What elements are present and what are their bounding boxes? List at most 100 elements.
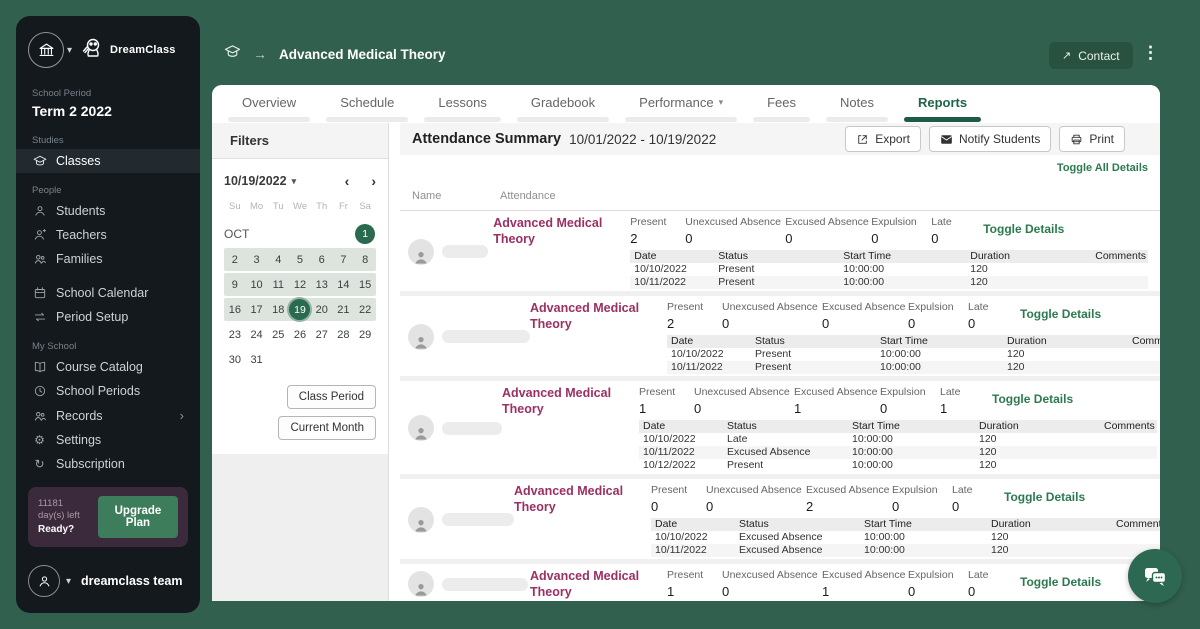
stat-unexcused-absence: Unexcused Absence0 [694,386,794,416]
calendar-day-27[interactable]: 27 [311,323,333,346]
contact-button[interactable]: ↗ Contact [1049,42,1133,69]
print-button[interactable]: Print [1059,126,1125,152]
calendar-next-button[interactable]: › [371,173,376,189]
stat-present: Present2 [630,216,685,246]
sidebar-item-school-calendar[interactable]: School Calendar [16,281,200,305]
date-picker-value[interactable]: 10/19/2022 [224,174,287,188]
calendar-day-17[interactable]: 17 [246,298,268,321]
toggle-details-link[interactable]: Toggle Details [1020,569,1101,589]
calendar-day-30[interactable]: 30 [224,348,246,371]
toggle-details-link[interactable]: Toggle Details [992,386,1073,406]
stat-value: 0 [968,584,1008,599]
sidebar-item-settings[interactable]: ⚙ Settings [16,428,200,452]
breadcrumb-title: Advanced Medical Theory [279,47,446,62]
calendar-day-31[interactable]: 31 [246,348,268,371]
calendar-day-4[interactable]: 4 [267,248,289,271]
arrow-up-right-icon: ↗ [1062,49,1071,62]
calendar-day-3[interactable]: 3 [246,248,268,271]
stat-value: 0 [908,316,968,331]
stat-present: Present1 [639,386,694,416]
stat-value: 0 [892,499,952,514]
calendar-day-2[interactable]: 2 [224,248,246,271]
calendar-day-26[interactable]: 26 [289,323,311,346]
stat-value: 1 [667,584,722,599]
class-name-link[interactable]: Advanced Medical Theory [493,216,630,247]
calendar-day-9[interactable]: 9 [224,273,246,296]
sidebar-item-period-setup[interactable]: Period Setup [16,305,200,329]
stat-value: 0 [952,499,992,514]
calendar-day-28[interactable]: 28 [333,323,355,346]
calendar-day-24[interactable]: 24 [246,323,268,346]
user-menu[interactable]: ▾ dreamclass team [16,555,200,613]
calendar-day-25[interactable]: 25 [267,323,289,346]
toggle-all-details-link[interactable]: Toggle All Details [1057,162,1148,174]
toggle-details-link[interactable]: Toggle Details [1020,301,1101,321]
calendar-day-13[interactable]: 13 [311,273,333,296]
calendar-day-5[interactable]: 5 [289,248,311,271]
sidebar-item-families[interactable]: Families [16,247,200,271]
class-name-link[interactable]: Advanced Medical Theory [502,386,639,417]
sidebar-item-school-periods[interactable]: School Periods [16,379,200,403]
chat-fab-button[interactable] [1128,549,1182,603]
calendar-day-12[interactable]: 12 [289,273,311,296]
tab-notes[interactable]: Notes [840,95,874,122]
sidebar-item-label: Teachers [56,228,107,242]
class-name-link[interactable]: Advanced Medical Theory [530,569,667,600]
calendar-day-8[interactable]: 8 [354,248,376,271]
toggle-details-link[interactable]: Toggle Details [1004,484,1085,504]
class-period-button[interactable]: Class Period [287,385,376,409]
tab-schedule[interactable]: Schedule [340,95,394,122]
calendar-day-23[interactable]: 23 [224,323,246,346]
sidebar-item-teachers[interactable]: Teachers [16,223,200,247]
stat-excused-absence: Excused Absence1 [794,386,880,416]
calendar-day-16[interactable]: 16 [224,298,246,321]
sidebar-item-students[interactable]: Students [16,199,200,223]
teacher-icon [32,228,47,242]
contact-button-label: Contact [1078,49,1119,63]
kebab-menu-icon[interactable]: ⋮ [1142,43,1159,63]
calendar-day-7[interactable]: 7 [333,248,355,271]
scrollbar-gutter[interactable] [388,123,400,601]
class-name-link[interactable]: Advanced Medical Theory [530,301,667,332]
sidebar-item-records[interactable]: Records › [16,403,200,428]
calendar-day-22[interactable]: 22 [354,298,376,321]
organization-switcher[interactable]: ▾ [28,32,72,68]
detail-row: 10/11/2022Excused Absence10:00:00120 [651,544,1160,557]
calendar-prev-button[interactable]: ‹ [345,173,350,189]
calendar-day-18[interactable]: 18 [267,298,289,321]
calendar-day-29[interactable]: 29 [354,323,376,346]
class-name-link[interactable]: Advanced Medical Theory [514,484,651,515]
detail-row: 10/11/2022Present10:00:00120 [667,361,1160,374]
tab-lessons[interactable]: Lessons [438,95,486,122]
calendar-month-row: OCT 1 [224,222,376,246]
calendar-day-6[interactable]: 6 [311,248,333,271]
stat-unexcused-absence: Unexcused Absence0 [706,484,806,514]
calendar-day-19[interactable]: 19 [289,298,311,321]
sidebar-item-course-catalog[interactable]: Course Catalog [16,355,200,379]
calendar-day-14[interactable]: 14 [333,273,355,296]
tab-fees[interactable]: Fees [767,95,796,122]
export-button[interactable]: Export [845,126,921,152]
calendar-day-1[interactable]: 1 [354,224,376,244]
notify-students-button[interactable]: Notify Students [929,126,1051,152]
student-list: Advanced Medical TheoryPresent2Unexcused… [400,211,1160,601]
calendar-day-21[interactable]: 21 [333,298,355,321]
calendar-day-11[interactable]: 11 [267,273,289,296]
calendar-day-15[interactable]: 15 [354,273,376,296]
stat-value: 0 [651,499,706,514]
calendar-day-10[interactable]: 10 [246,273,268,296]
sidebar-item-subscription[interactable]: ↻ Subscription [16,452,200,476]
stat-late: Late1 [940,386,980,416]
tab-overview[interactable]: Overview [242,95,296,122]
sidebar-item-classes[interactable]: Classes [16,149,200,173]
attendance-detail-table: DateStatusStart TimeDurationComments10/1… [630,250,1148,289]
upgrade-plan-button[interactable]: Upgrade Plan [98,496,178,538]
toggle-details-link[interactable]: Toggle Details [983,216,1064,236]
tab-reports[interactable]: Reports [918,95,967,122]
stat-value: 0 [685,231,785,246]
tab-gradebook[interactable]: Gradebook [531,95,595,122]
owl-logo-icon [80,36,104,65]
tab-performance[interactable]: Performance▾ [639,95,723,122]
calendar-day-20[interactable]: 20 [311,298,333,321]
current-month-button[interactable]: Current Month [278,416,376,440]
